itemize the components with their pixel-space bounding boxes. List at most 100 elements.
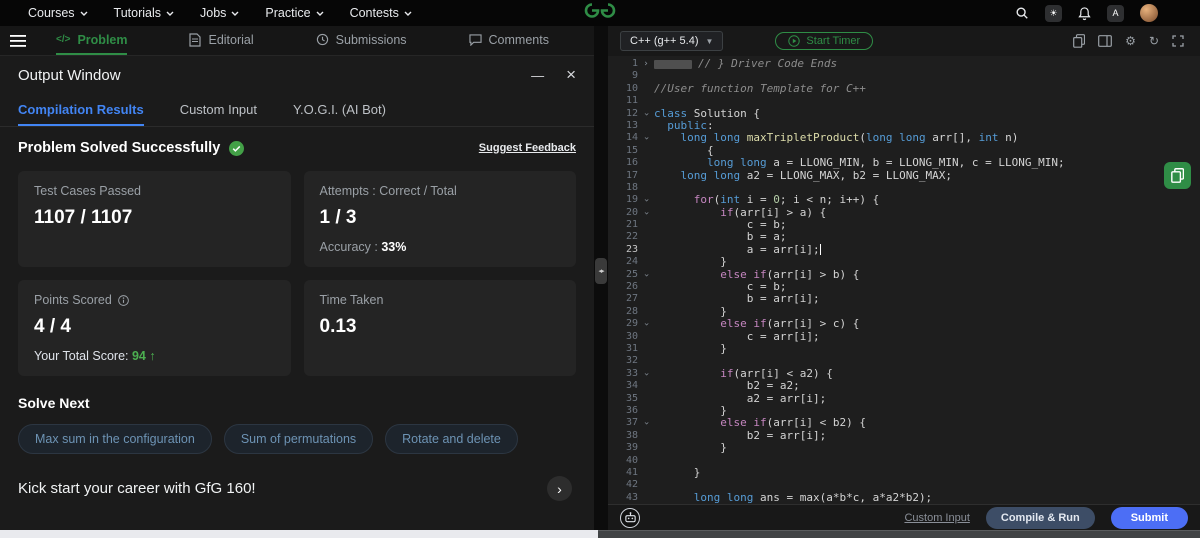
start-timer-button[interactable]: Start Timer: [775, 32, 874, 50]
status-text: Problem Solved Successfully: [18, 140, 221, 156]
tab-submissions[interactable]: Submissions: [316, 26, 407, 55]
fold-marker-icon[interactable]: ›: [638, 207, 654, 219]
tab-y-o-g-i-ai-bot[interactable]: Y.O.G.I. (AI Bot): [293, 94, 386, 126]
token: a = LLONG_MIN, b = LLONG_MIN, c = LLONG_…: [766, 156, 1065, 170]
submit-button[interactable]: Submit: [1110, 506, 1188, 529]
fold-gutter: [638, 306, 654, 318]
theme-toggle-icon[interactable]: ☀: [1045, 4, 1062, 22]
fold-marker-icon[interactable]: ›: [638, 318, 654, 330]
fold-marker-icon[interactable]: ›: [638, 368, 654, 380]
tab-compilation-results[interactable]: Compilation Results: [18, 94, 144, 126]
token: if: [753, 317, 767, 331]
line-number: 22: [625, 231, 638, 243]
output-window-body: Problem Solved Successfully Suggest Feed…: [0, 127, 594, 530]
nav-item-contests[interactable]: Contests: [350, 6, 412, 20]
line-number: 32: [625, 355, 638, 367]
fold-gutter: [638, 393, 654, 405]
folded-code-box[interactable]: [654, 59, 692, 69]
fold-gutter: [638, 70, 654, 82]
token: long: [680, 131, 708, 145]
close-icon[interactable]: ×: [566, 65, 576, 85]
suggest-feedback-link[interactable]: Suggest Feedback: [479, 142, 576, 154]
translate-icon[interactable]: A: [1107, 4, 1124, 22]
line-number: 19: [625, 194, 638, 206]
token: int: [978, 131, 999, 145]
token: arr[],: [925, 131, 979, 145]
settings-gear-icon[interactable]: ⚙: [1125, 34, 1136, 48]
line-number: 24: [625, 256, 638, 268]
fold-gutter: [638, 380, 654, 392]
minimize-icon[interactable]: —: [531, 68, 544, 83]
token: c = b;: [654, 218, 787, 232]
tab-custom-input[interactable]: Custom Input: [180, 94, 257, 126]
suggestion-pills: Max sum in the configuration Sum of permu…: [18, 424, 576, 454]
fullscreen-icon[interactable]: [1172, 35, 1184, 47]
ai-assistant-icon[interactable]: [620, 507, 640, 528]
reset-code-icon[interactable]: ↻: [1149, 34, 1159, 48]
suggestion-pill-rotate-and-delete[interactable]: Rotate and delete: [385, 424, 518, 454]
nav-item-practice[interactable]: Practice: [265, 6, 324, 20]
search-icon[interactable]: [1015, 6, 1029, 20]
code-line[interactable]: 41 }: [608, 466, 1200, 479]
tab-comments[interactable]: Comments: [468, 26, 549, 55]
code-line[interactable]: 43 long long ans = max(a*b*c, a*a2*b2);: [608, 491, 1200, 504]
line-number: 28: [625, 305, 638, 317]
fold-gutter: [638, 455, 654, 467]
suggestion-pill-max-sum-in-the-configuration[interactable]: Max sum in the configuration: [18, 424, 212, 454]
language-selector[interactable]: C++ (g++ 5.4) ▼: [620, 31, 724, 51]
line-number: 18: [625, 181, 638, 193]
nav-item-tutorials[interactable]: Tutorials: [114, 6, 174, 20]
tab-problem[interactable]: </> Problem: [56, 26, 128, 55]
code-line[interactable]: 1 › // } Driver Code Ends: [608, 57, 1200, 70]
gfg-logo[interactable]: [583, 1, 617, 26]
code-line[interactable]: 17 long long a2 = LLONG_MAX, b2 = LLONG_…: [608, 168, 1200, 182]
line-number: 17: [625, 169, 638, 181]
bell-icon[interactable]: [1078, 6, 1091, 21]
text-cursor: [819, 244, 821, 256]
card-label: Points Scored: [34, 293, 275, 307]
promo-banner-text: Kick start your career with GfG 160!: [18, 480, 256, 497]
info-icon[interactable]: [118, 294, 129, 306]
code-editor[interactable]: 1 ›// } Driver Code Ends 9 10//User functio…: [608, 56, 1200, 504]
fold-gutter: [638, 182, 654, 194]
nav-item-jobs[interactable]: Jobs: [200, 6, 239, 20]
banner-next-button[interactable]: ›: [547, 476, 572, 501]
token: long: [706, 156, 734, 170]
hamburger-menu-icon[interactable]: [10, 34, 26, 47]
token: ; i < n; i++) {: [779, 193, 880, 207]
user-avatar[interactable]: [1140, 4, 1158, 22]
compile-run-button[interactable]: Compile & Run: [985, 506, 1095, 529]
card-sub: Your Total Score: 94 ↑: [34, 349, 275, 363]
card-sub-label: Your Total Score:: [34, 349, 132, 363]
divider-drag-handle[interactable]: ◂▸: [595, 258, 607, 284]
code-text: }: [654, 441, 727, 454]
token: a2 = LLONG_MAX, b2 = LLONG_MAX;: [740, 168, 953, 182]
suggestion-pill-sum-of-permutations[interactable]: Sum of permutations: [223, 424, 374, 454]
code-text: // } Driver Code Ends: [654, 57, 837, 70]
tab-editorial[interactable]: Editorial: [189, 26, 254, 55]
token: :: [707, 118, 714, 132]
code-line[interactable]: 10 //User function Template for C++: [608, 82, 1200, 95]
token: long: [865, 131, 893, 145]
fold-marker-icon[interactable]: ›: [638, 417, 654, 429]
fold-marker-icon[interactable]: ›: [638, 269, 654, 281]
token: b2 = a2;: [654, 379, 800, 393]
fold-marker-icon[interactable]: ›: [638, 194, 654, 206]
custom-input-link[interactable]: Custom Input: [904, 512, 969, 524]
line-number: 31: [625, 342, 638, 354]
status-row: Problem Solved Successfully Suggest Feed…: [18, 140, 576, 156]
copy-code-icon[interactable]: [1073, 34, 1086, 48]
fold-marker-icon[interactable]: ›: [638, 58, 654, 70]
line-number: 40: [625, 454, 638, 466]
code-line[interactable]: 39 }: [608, 441, 1200, 454]
doc-icon: [189, 32, 202, 47]
split-view-icon[interactable]: [1098, 35, 1113, 47]
fold-marker-icon[interactable]: ›: [638, 132, 654, 144]
code-line[interactable]: 31 }: [608, 342, 1200, 355]
fold-marker-icon[interactable]: ›: [638, 108, 654, 120]
floating-copy-button[interactable]: [1164, 162, 1191, 189]
nav-item-courses[interactable]: Courses: [28, 6, 88, 20]
fold-gutter: [638, 83, 654, 95]
